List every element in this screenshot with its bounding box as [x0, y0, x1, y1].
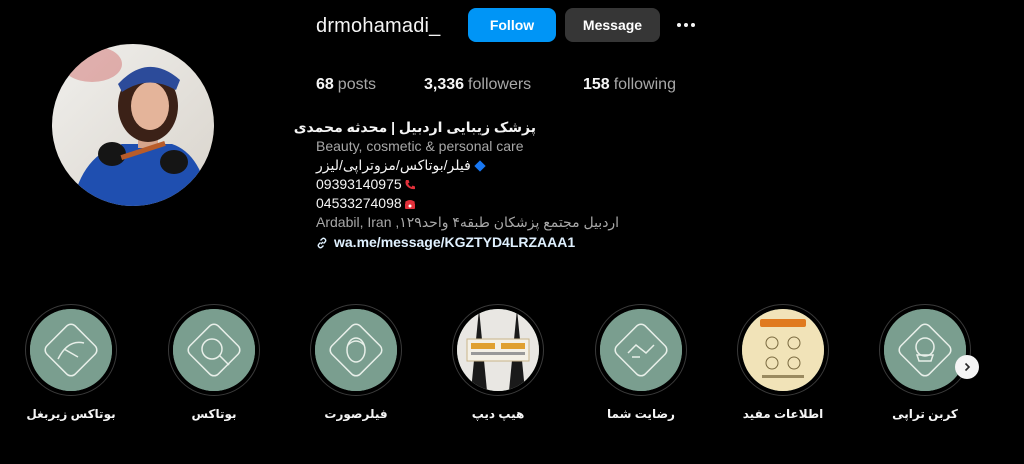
highlight-ring: [310, 304, 402, 396]
highlight-label: بوتاکس زیربغل: [26, 407, 116, 421]
profile-bio: پزشک زیبایی اردبیل | محدثه محمدی Beauty,…: [293, 118, 736, 252]
highlight-item[interactable]: بوتاکس: [164, 304, 264, 421]
bio-mobile: 09393140975: [316, 176, 402, 192]
phone-receiver-icon: [405, 179, 415, 189]
posts-label: posts: [337, 76, 377, 93]
bio-link[interactable]: wa.me/message/KGZTYD4LRZAAA1: [334, 233, 575, 252]
profile-username: drmohamadi_: [316, 15, 441, 37]
carbon-therapy-icon: [884, 309, 966, 391]
highlight-label: بوتاکس: [191, 407, 237, 421]
profile-page: drmohamadi_ Follow Message 68 posts 3,336…: [0, 0, 1024, 464]
blue-diamond-icon: [474, 159, 486, 172]
highlight-ring: [168, 304, 260, 396]
followers-count: 3,336: [424, 76, 465, 93]
highlight-label: هیپ دیپ: [471, 407, 525, 421]
more-options-icon[interactable]: [670, 8, 702, 42]
highlight-item[interactable]: بوتاکس زیربغل: [21, 304, 121, 421]
story-highlights: بوتاکس زیربغل بوتاکس فیلرصورت هیپ دیپ رض: [0, 304, 1024, 454]
highlight-label: فیلرصورت: [324, 407, 388, 421]
posts-stat: 68 posts: [316, 75, 376, 95]
bio-services: فیلر/بوتاکس/مزوتراپی/لیزر: [316, 157, 471, 173]
bio-phone-line: 04533274098: [316, 194, 736, 213]
telephone-icon: [404, 199, 415, 209]
highlight-ring: [737, 304, 829, 396]
bio-link-row[interactable]: wa.me/message/KGZTYD4LRZAAA1: [316, 233, 736, 252]
highlight-item[interactable]: رضایت شما: [591, 304, 691, 421]
bio-services-line: فیلر/بوتاکس/مزوتراپی/لیزر: [316, 156, 736, 175]
bio-mobile-line: 09393140975: [316, 175, 736, 194]
highlight-ring: [452, 304, 544, 396]
handshake-icon: [600, 309, 682, 391]
link-icon: [317, 237, 327, 248]
following-label: following: [613, 76, 676, 93]
follow-button[interactable]: Follow: [468, 8, 556, 42]
bio-phone: 04533274098: [316, 195, 402, 211]
bio-name: پزشک زیبایی اردبیل | محدثه محمدی: [293, 119, 536, 135]
face-injection-icon: [173, 309, 255, 391]
following-count: 158: [583, 76, 610, 93]
armpit-icon: [30, 309, 112, 391]
bio-address: Ardabil, Iran ,اردبیل مجتمع پزشکان طبقه۴…: [316, 214, 620, 230]
highlight-label: کربن تراپی: [892, 407, 958, 421]
info-poster: [742, 309, 824, 391]
face-filler-icon: [315, 309, 397, 391]
highlight-ring: [595, 304, 687, 396]
highlights-next-button[interactable]: [955, 355, 979, 379]
posts-count: 68: [316, 76, 334, 93]
hip-dip-photo: [457, 309, 539, 391]
highlight-item[interactable]: اطلاعات مفید: [733, 304, 833, 421]
followers-stat[interactable]: 3,336 followers: [424, 75, 531, 95]
highlight-item[interactable]: هیپ دیپ: [448, 304, 548, 421]
bio-category: Beauty, cosmetic & personal care: [316, 138, 524, 154]
chevron-right-icon: [964, 362, 971, 372]
followers-label: followers: [468, 76, 532, 93]
highlight-ring: [879, 304, 971, 396]
highlight-ring: [25, 304, 117, 396]
following-stat[interactable]: 158 following: [583, 75, 676, 95]
message-button[interactable]: Message: [565, 8, 660, 42]
profile-avatar[interactable]: [52, 44, 214, 206]
highlight-label: رضایت شما: [607, 407, 675, 421]
highlight-item[interactable]: فیلرصورت: [306, 304, 406, 421]
highlight-label: اطلاعات مفید: [742, 407, 824, 421]
